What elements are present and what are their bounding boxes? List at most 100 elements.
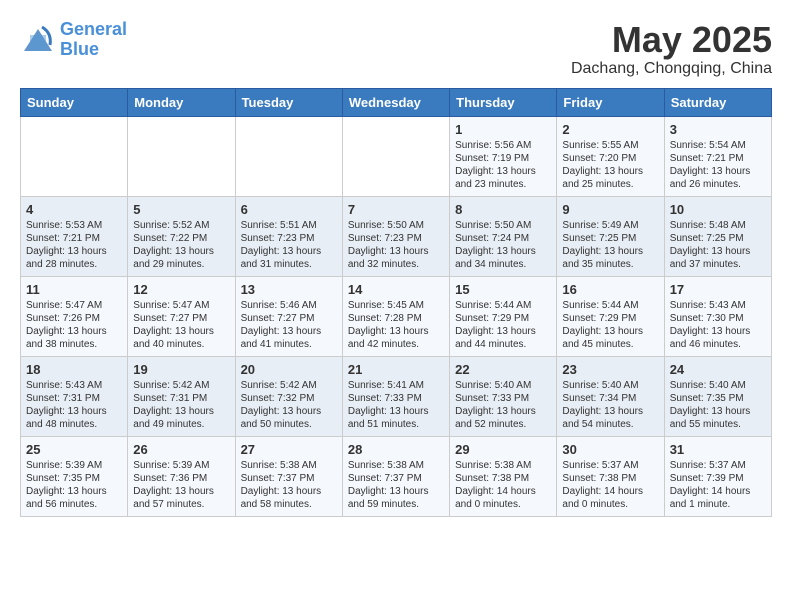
day-info: Sunset: 7:39 PM [670, 472, 766, 485]
day-number: 30 [562, 442, 658, 457]
day-info: Sunrise: 5:45 AM [348, 299, 444, 312]
calendar-week-row: 1Sunrise: 5:56 AMSunset: 7:19 PMDaylight… [21, 116, 772, 196]
day-info: Sunrise: 5:40 AM [670, 379, 766, 392]
logo-text: General Blue [60, 20, 127, 60]
day-info: Daylight: 13 hours [670, 245, 766, 258]
day-info: Daylight: 14 hours [455, 485, 551, 498]
day-info: and 25 minutes. [562, 178, 658, 191]
day-info: Daylight: 13 hours [455, 165, 551, 178]
day-number: 25 [26, 442, 122, 457]
logo: General Blue [20, 20, 127, 60]
day-info: Sunset: 7:28 PM [348, 312, 444, 325]
day-info: and 37 minutes. [670, 258, 766, 271]
day-info: Sunset: 7:33 PM [348, 392, 444, 405]
weekday-header-wednesday: Wednesday [342, 88, 449, 116]
logo-line1: General [60, 19, 127, 39]
day-info: and 1 minute. [670, 498, 766, 511]
calendar-cell: 17Sunrise: 5:43 AMSunset: 7:30 PMDayligh… [664, 276, 771, 356]
calendar-week-row: 18Sunrise: 5:43 AMSunset: 7:31 PMDayligh… [21, 356, 772, 436]
day-info: Sunrise: 5:49 AM [562, 219, 658, 232]
day-info: Daylight: 13 hours [670, 405, 766, 418]
day-info: Daylight: 13 hours [26, 485, 122, 498]
day-info: Daylight: 13 hours [348, 245, 444, 258]
day-info: and 54 minutes. [562, 418, 658, 431]
day-info: and 0 minutes. [455, 498, 551, 511]
day-info: Sunrise: 5:38 AM [348, 459, 444, 472]
day-info: Daylight: 13 hours [348, 405, 444, 418]
day-info: and 23 minutes. [455, 178, 551, 191]
calendar-cell: 16Sunrise: 5:44 AMSunset: 7:29 PMDayligh… [557, 276, 664, 356]
day-info: Sunset: 7:38 PM [562, 472, 658, 485]
day-info: and 59 minutes. [348, 498, 444, 511]
day-info: Sunset: 7:27 PM [241, 312, 337, 325]
calendar-cell: 9Sunrise: 5:49 AMSunset: 7:25 PMDaylight… [557, 196, 664, 276]
day-number: 1 [455, 122, 551, 137]
weekday-header-tuesday: Tuesday [235, 88, 342, 116]
day-number: 23 [562, 362, 658, 377]
day-info: Sunrise: 5:39 AM [133, 459, 229, 472]
day-info: and 0 minutes. [562, 498, 658, 511]
day-number: 4 [26, 202, 122, 217]
day-info: Sunset: 7:20 PM [562, 152, 658, 165]
day-number: 18 [26, 362, 122, 377]
calendar-cell: 11Sunrise: 5:47 AMSunset: 7:26 PMDayligh… [21, 276, 128, 356]
day-info: Sunrise: 5:40 AM [455, 379, 551, 392]
day-number: 21 [348, 362, 444, 377]
calendar-cell: 23Sunrise: 5:40 AMSunset: 7:34 PMDayligh… [557, 356, 664, 436]
day-info: Sunrise: 5:39 AM [26, 459, 122, 472]
day-number: 13 [241, 282, 337, 297]
calendar-cell: 29Sunrise: 5:38 AMSunset: 7:38 PMDayligh… [450, 436, 557, 516]
day-info: Sunrise: 5:42 AM [133, 379, 229, 392]
day-info: Sunset: 7:37 PM [348, 472, 444, 485]
day-info: and 57 minutes. [133, 498, 229, 511]
day-number: 12 [133, 282, 229, 297]
day-info: Sunset: 7:37 PM [241, 472, 337, 485]
calendar-week-row: 11Sunrise: 5:47 AMSunset: 7:26 PMDayligh… [21, 276, 772, 356]
day-info: Sunset: 7:21 PM [26, 232, 122, 245]
day-number: 7 [348, 202, 444, 217]
day-info: Daylight: 13 hours [241, 485, 337, 498]
day-number: 16 [562, 282, 658, 297]
day-info: Daylight: 13 hours [133, 485, 229, 498]
calendar-cell: 31Sunrise: 5:37 AMSunset: 7:39 PMDayligh… [664, 436, 771, 516]
weekday-header-thursday: Thursday [450, 88, 557, 116]
calendar-cell: 25 Sunrise: 5:39 AMSunset: 7:35 PMDayligh… [21, 436, 128, 516]
calendar-cell: 26Sunrise: 5:39 AMSunset: 7:36 PMDayligh… [128, 436, 235, 516]
day-info: Sunset: 7:19 PM [455, 152, 551, 165]
day-info: Sunset: 7:38 PM [455, 472, 551, 485]
day-info: Daylight: 14 hours [670, 485, 766, 498]
day-info: Sunset: 7:34 PM [562, 392, 658, 405]
calendar-cell: 19Sunrise: 5:42 AMSunset: 7:31 PMDayligh… [128, 356, 235, 436]
day-info: Sunset: 7:35 PM [26, 472, 122, 485]
calendar-cell: 2Sunrise: 5:55 AMSunset: 7:20 PMDaylight… [557, 116, 664, 196]
day-info: Sunrise: 5:44 AM [562, 299, 658, 312]
day-info: and 26 minutes. [670, 178, 766, 191]
day-number: 27 [241, 442, 337, 457]
weekday-header-row: SundayMondayTuesdayWednesdayThursdayFrid… [21, 88, 772, 116]
day-info: Sunset: 7:25 PM [562, 232, 658, 245]
day-info: Daylight: 13 hours [562, 405, 658, 418]
day-info: Daylight: 13 hours [348, 485, 444, 498]
calendar-cell: 28Sunrise: 5:38 AMSunset: 7:37 PMDayligh… [342, 436, 449, 516]
day-info: Sunrise: 5:55 AM [562, 139, 658, 152]
calendar-cell: 6Sunrise: 5:51 AMSunset: 7:23 PMDaylight… [235, 196, 342, 276]
month-year: May 2025 [571, 20, 772, 60]
day-info: and 35 minutes. [562, 258, 658, 271]
day-number: 24 [670, 362, 766, 377]
day-info: Sunset: 7:25 PM [670, 232, 766, 245]
day-info: and 45 minutes. [562, 338, 658, 351]
day-number: 10 [670, 202, 766, 217]
day-info: and 49 minutes. [133, 418, 229, 431]
calendar-cell: 7Sunrise: 5:50 AMSunset: 7:23 PMDaylight… [342, 196, 449, 276]
day-info: Daylight: 13 hours [562, 245, 658, 258]
day-info: Sunrise: 5:51 AM [241, 219, 337, 232]
day-info: Sunset: 7:30 PM [670, 312, 766, 325]
day-info: Sunset: 7:21 PM [670, 152, 766, 165]
day-info: Sunset: 7:27 PM [133, 312, 229, 325]
day-number: 15 [455, 282, 551, 297]
calendar-cell [21, 116, 128, 196]
calendar-cell: 4Sunrise: 5:53 AMSunset: 7:21 PMDaylight… [21, 196, 128, 276]
day-number: 20 [241, 362, 337, 377]
day-info: Sunrise: 5:47 AM [26, 299, 122, 312]
day-number: 19 [133, 362, 229, 377]
